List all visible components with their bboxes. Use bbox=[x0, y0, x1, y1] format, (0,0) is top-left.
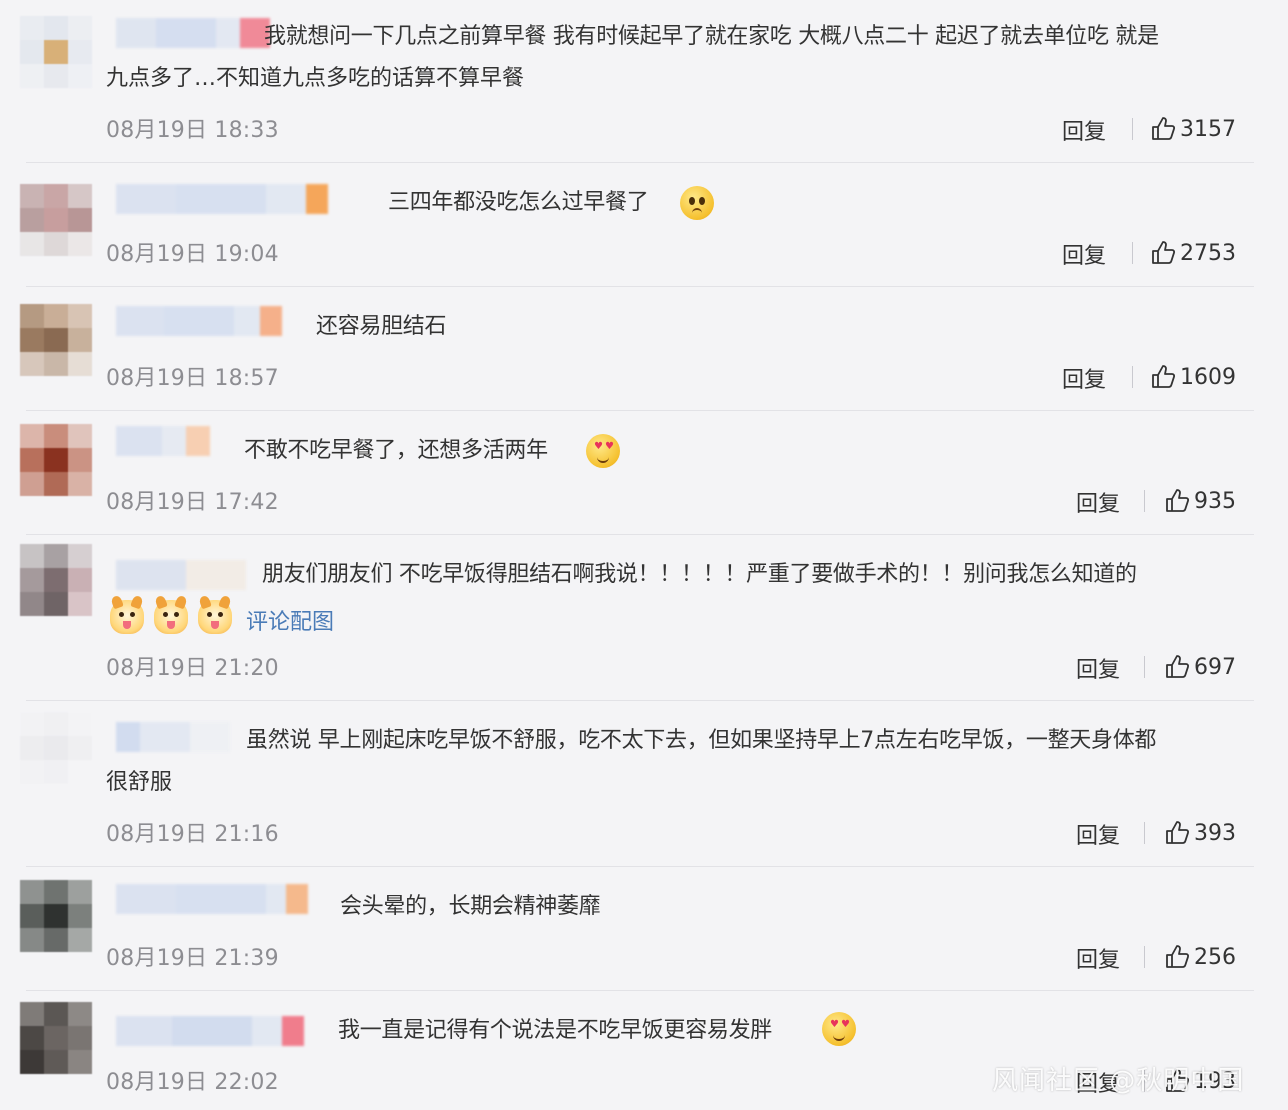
dog-emoji bbox=[198, 600, 232, 634]
like-button[interactable]: 393 bbox=[1164, 820, 1236, 846]
reply-button[interactable]: 回复 bbox=[1076, 942, 1120, 974]
avatar[interactable] bbox=[20, 16, 92, 88]
divider-bar bbox=[1132, 366, 1133, 388]
divider-bar bbox=[1144, 490, 1145, 512]
heart-eyes-emoji: ♥ ♥ bbox=[586, 434, 620, 468]
divider-bar bbox=[1132, 242, 1133, 264]
like-count: 256 bbox=[1194, 944, 1236, 970]
thumbs-up-icon bbox=[1152, 117, 1176, 140]
avatar[interactable] bbox=[20, 1002, 92, 1074]
comment-time: 08月19日 22:02 bbox=[106, 1070, 279, 1095]
reply-button[interactable]: 回复 bbox=[1062, 238, 1106, 270]
dog-emoji bbox=[110, 600, 144, 634]
divider bbox=[26, 162, 1254, 163]
avatar[interactable] bbox=[20, 184, 92, 256]
comment-text-continued: 九点多了…不知道九点多吃的话算不算早餐 bbox=[106, 66, 525, 91]
like-button[interactable]: 697 bbox=[1164, 654, 1236, 680]
avatar[interactable] bbox=[20, 712, 92, 784]
like-count: 697 bbox=[1194, 654, 1236, 680]
like-button[interactable]: 2753 bbox=[1150, 240, 1236, 266]
heart-eyes-emoji: ♥ ♥ bbox=[822, 1012, 856, 1046]
reply-button[interactable]: 回复 bbox=[1076, 818, 1120, 850]
comment-text: 朋友们朋友们 不吃早饭得胆结石啊我说！！！！！严重了要做手术的！！别问我怎么知道… bbox=[262, 562, 1137, 587]
divider bbox=[26, 286, 1254, 287]
username[interactable] bbox=[116, 306, 282, 336]
divider-bar bbox=[1144, 946, 1145, 968]
thumbs-up-icon bbox=[1152, 365, 1176, 388]
comment-time: 08月19日 21:16 bbox=[106, 822, 279, 847]
like-button[interactable]: 3157 bbox=[1150, 116, 1236, 142]
divider-bar bbox=[1132, 118, 1133, 140]
like-count: 1609 bbox=[1180, 364, 1236, 390]
divider bbox=[26, 534, 1254, 535]
comment-text-continued: 很舒服 bbox=[106, 770, 173, 795]
comment-text: 虽然说 早上刚起床吃早饭不舒服，吃不太下去，但如果坚持早上7点左右吃早饭，一整天… bbox=[246, 728, 1157, 753]
like-button[interactable]: 256 bbox=[1164, 944, 1236, 970]
avatar[interactable] bbox=[20, 544, 92, 616]
thumbs-up-icon bbox=[1166, 945, 1190, 968]
like-count: 393 bbox=[1194, 820, 1236, 846]
avatar[interactable] bbox=[20, 424, 92, 496]
like-button[interactable]: 1609 bbox=[1150, 364, 1236, 390]
like-count: 2753 bbox=[1180, 240, 1236, 266]
comment-time: 08月19日 19:04 bbox=[106, 242, 279, 267]
thumbs-up-icon bbox=[1166, 821, 1190, 844]
comment-time: 08月19日 21:39 bbox=[106, 946, 279, 971]
divider bbox=[26, 866, 1254, 867]
comment-text: 会头晕的，长期会精神萎靡 bbox=[340, 894, 601, 919]
like-count: 3157 bbox=[1180, 116, 1236, 142]
dog-emoji bbox=[154, 600, 188, 634]
username[interactable] bbox=[116, 426, 210, 456]
comment-text: 还容易胆结石 bbox=[316, 314, 447, 339]
username[interactable] bbox=[116, 560, 246, 590]
comment-time: 08月19日 21:20 bbox=[106, 656, 279, 681]
divider bbox=[26, 410, 1254, 411]
reply-button[interactable]: 回复 bbox=[1076, 652, 1120, 684]
divider-bar bbox=[1144, 656, 1145, 678]
username[interactable] bbox=[116, 1016, 304, 1046]
thumbs-up-icon bbox=[1152, 241, 1176, 264]
divider bbox=[26, 990, 1254, 991]
comment-time: 08月19日 18:57 bbox=[106, 366, 279, 391]
comment-time: 08月19日 17:42 bbox=[106, 490, 279, 515]
reply-button[interactable]: 回复 bbox=[1076, 486, 1120, 518]
comment-time: 08月19日 18:33 bbox=[106, 118, 279, 143]
like-button[interactable]: 935 bbox=[1164, 488, 1236, 514]
comment-image-link[interactable]: 评论配图 bbox=[246, 604, 334, 636]
reply-button[interactable]: 回复 bbox=[1062, 114, 1106, 146]
comment-text: 三四年都没吃怎么过早餐了 bbox=[388, 190, 649, 215]
comment-text: 不敢不吃早餐了，还想多活两年 bbox=[244, 438, 548, 463]
username[interactable] bbox=[116, 18, 270, 48]
avatar[interactable] bbox=[20, 880, 92, 952]
divider bbox=[26, 700, 1254, 701]
avatar[interactable] bbox=[20, 304, 92, 376]
like-count: 935 bbox=[1194, 488, 1236, 514]
divider-bar bbox=[1144, 822, 1145, 844]
comment-text: 我就想问一下几点之前算早餐 我有时候起早了就在家吃 大概八点二十 起迟了就去单位… bbox=[264, 24, 1159, 49]
username[interactable] bbox=[116, 184, 328, 214]
watermark: 风闻社区 @秋明中国 bbox=[992, 1066, 1245, 1096]
thumbs-up-icon bbox=[1166, 489, 1190, 512]
thumbs-up-icon bbox=[1166, 655, 1190, 678]
comment-text: 我一直是记得有个说法是不吃早饭更容易发胖 bbox=[338, 1018, 773, 1043]
reply-button[interactable]: 回复 bbox=[1062, 362, 1106, 394]
username[interactable] bbox=[116, 722, 230, 752]
worried-face-emoji bbox=[680, 186, 714, 220]
username[interactable] bbox=[116, 884, 308, 914]
